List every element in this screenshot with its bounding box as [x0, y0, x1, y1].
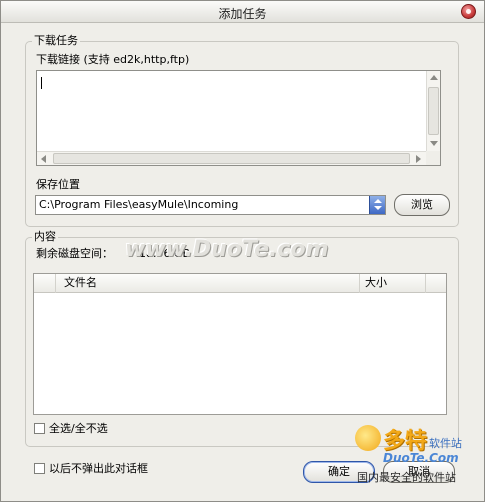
logo-slogan-text: 国内最安全的软件站 — [357, 471, 456, 484]
download-links-label: 下载链接 (支持 ed2k,http,ftp) — [36, 53, 190, 66]
scroll-left-icon[interactable] — [41, 155, 46, 163]
title-bar[interactable]: 添加任务 — [1, 1, 484, 23]
browse-button[interactable]: 浏览 — [394, 194, 450, 216]
select-all-row[interactable]: 全选/全不选 — [34, 422, 154, 436]
combo-dropdown-icon[interactable] — [369, 196, 385, 214]
scroll-up-icon[interactable] — [430, 75, 438, 80]
save-location-combobox[interactable]: C:\Program Files\easyMule\Incoming — [35, 195, 386, 215]
scrollbar-corner — [426, 151, 440, 165]
free-disk-space-label: 剩余磁盘空间： — [36, 247, 113, 260]
column-header-filename[interactable]: 文件名 — [56, 274, 360, 293]
file-list-header: 文件名 大小 — [34, 274, 446, 293]
scroll-down-icon[interactable] — [430, 141, 438, 146]
vertical-scrollbar[interactable] — [426, 71, 440, 151]
dont-show-again-checkbox[interactable] — [34, 463, 45, 474]
column-header-filler — [426, 274, 446, 293]
download-links-textarea[interactable] — [36, 70, 441, 166]
text-caret — [41, 77, 42, 89]
window-title: 添加任务 — [218, 7, 267, 21]
dont-show-again-row[interactable]: 以后不弹出此对话框 — [34, 462, 194, 476]
file-list[interactable]: 文件名 大小 — [33, 273, 447, 415]
vertical-scroll-thumb[interactable] — [428, 87, 439, 135]
logo-url-text: DuoTe.Com — [383, 451, 459, 465]
duote-logo-watermark: 多特 软件站 DuoTe.Com 国内最安全的软件站 — [353, 423, 483, 499]
content-group-title: 内容 — [32, 230, 58, 244]
save-path-value: C:\Program Files\easyMule\Incoming — [39, 198, 239, 211]
close-icon[interactable] — [461, 4, 476, 19]
save-location-label: 保存位置 — [36, 178, 80, 191]
scroll-right-icon[interactable] — [416, 155, 421, 163]
duote-watermark-text: www.DuoTe.com — [125, 237, 329, 262]
dont-show-again-label: 以后不弹出此对话框 — [49, 462, 148, 475]
add-task-dialog: 添加任务 下载任务 下载链接 (支持 ed2k,http,ftp) 保存位置 C… — [0, 0, 485, 502]
select-all-label: 全选/全不选 — [49, 422, 108, 435]
download-task-group-title: 下载任务 — [32, 34, 80, 48]
logo-small-text: 软件站 — [429, 437, 462, 450]
checkbox-column-header[interactable] — [34, 274, 56, 293]
horizontal-scrollbar[interactable] — [37, 151, 426, 165]
sun-logo-icon — [355, 425, 381, 451]
horizontal-scroll-thumb[interactable] — [53, 153, 410, 164]
column-header-size[interactable]: 大小 — [360, 274, 426, 293]
select-all-checkbox[interactable] — [34, 423, 45, 434]
